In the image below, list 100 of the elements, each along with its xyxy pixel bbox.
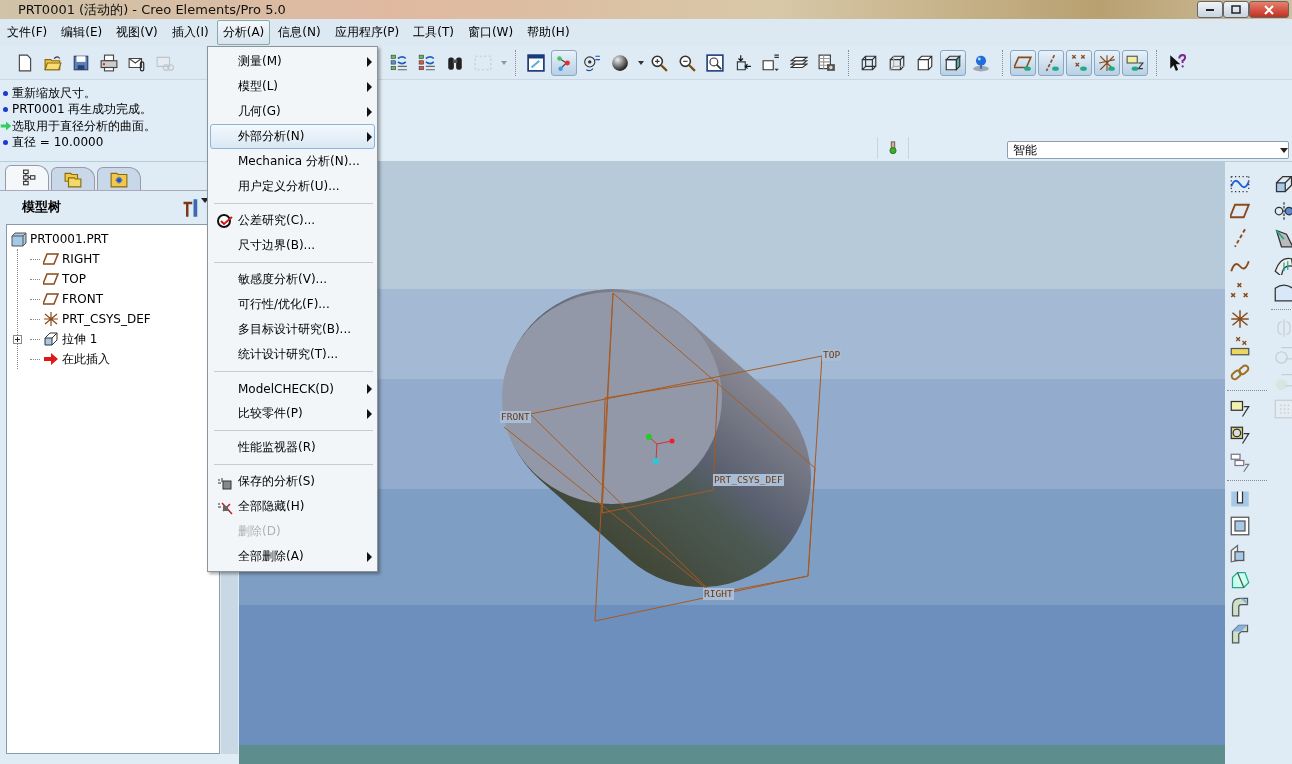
check-mark-icon (217, 212, 233, 229)
menu-item[interactable]: 帮助(H) (521, 20, 576, 45)
menu-item[interactable]: 模型(L) (210, 74, 375, 99)
mirror-icon (1274, 317, 1292, 338)
panel-tab[interactable] (5, 165, 49, 190)
menu-item[interactable]: 几何(G) (210, 99, 375, 124)
menu-item[interactable]: 工具(T) (407, 20, 460, 45)
menu-item[interactable]: 文件(F) (1, 20, 54, 45)
tree-item[interactable]: RIGHT (62, 252, 100, 266)
menu-item[interactable]: 保存的分析(S) (210, 469, 375, 494)
menu-item[interactable]: 可行性/优化(F)... (210, 292, 375, 317)
panel-tab[interactable] (97, 167, 141, 190)
points-eye-icon (1070, 53, 1088, 72)
chain-icon (1230, 362, 1250, 383)
caret-icon (637, 60, 644, 65)
toolbar-button[interactable] (940, 49, 966, 76)
cube-hidden-icon (888, 53, 906, 72)
tree-refresh-icon (390, 53, 408, 72)
merge-icon (1274, 344, 1292, 365)
bullet-icon (3, 140, 8, 146)
bullet-icon (3, 107, 8, 113)
tree-item[interactable]: 在此插入 (62, 350, 110, 368)
csys-eye-icon (1098, 53, 1116, 72)
menu-item[interactable]: 多目标设计研究(B)... (210, 317, 375, 342)
tree-item[interactable]: TOP (62, 272, 86, 286)
menu-item[interactable]: 全部隐藏(H) (210, 494, 375, 519)
status-message: 直径 = 10.0000 (12, 134, 104, 152)
csys-icon (1230, 308, 1250, 329)
orient-dial-icon (583, 53, 601, 72)
menu-item[interactable]: 窗口(W) (461, 20, 520, 45)
draft-icon (1230, 569, 1250, 590)
minimize-button[interactable] (1197, 1, 1223, 18)
chamfer-icon (1230, 623, 1250, 644)
zoom-fit-icon (706, 53, 724, 72)
shell-icon (1230, 515, 1250, 536)
settings-button[interactable] (181, 197, 209, 218)
menu-item[interactable]: Mechanica 分析(N)... (210, 149, 375, 174)
submenu-arrow-icon (367, 131, 372, 142)
cube-shaded-icon (944, 53, 962, 72)
repaint-window-icon (527, 53, 545, 72)
tree-update-icon (418, 53, 436, 72)
cube-wire-icon (860, 53, 878, 72)
shading-sphere-icon (611, 53, 629, 72)
menu-item[interactable]: 插入(I) (165, 20, 215, 45)
dashed-box-icon (474, 53, 492, 72)
traffic-light-icon (886, 139, 900, 157)
coordinate-triad-icon (646, 434, 675, 464)
table-camera-icon (818, 53, 836, 72)
submenu-arrow-icon (367, 81, 372, 92)
status-message: 重新缩放尺寸。 (12, 84, 96, 102)
menu-item[interactable]: 编辑(E) (55, 20, 109, 45)
menu-item[interactable]: 公差研究(C)... (210, 208, 375, 233)
maximize-icon (1231, 5, 1241, 14)
datum-label: PRT_CSYS_DEF (713, 474, 784, 486)
sphere-pin-icon (972, 53, 990, 72)
revolve-icon (1274, 200, 1292, 221)
menu-item[interactable]: ModelCHECK(D) (210, 376, 375, 401)
note-boxes-icon (1230, 452, 1250, 473)
minimize-icon (1205, 7, 1215, 12)
submenu-arrow-icon (367, 551, 372, 562)
close-button[interactable] (1249, 1, 1289, 18)
menu-item[interactable]: 用户定义分析(U)... (210, 174, 375, 199)
menu-item[interactable]: 敏感度分析(V)... (210, 267, 375, 292)
panel-tab[interactable] (51, 167, 95, 190)
sketch-curve-icon (1230, 173, 1250, 194)
extrude-icon (1274, 173, 1292, 194)
menu-item[interactable]: 外部分析(N) (210, 124, 375, 149)
maximize-button[interactable] (1223, 1, 1249, 18)
expand-toggle[interactable] (13, 334, 22, 344)
tree-item[interactable]: PRT_CSYS_DEF (62, 312, 151, 326)
menu-item[interactable]: 比较零件(P) (210, 401, 375, 426)
toolbar-button[interactable] (1010, 49, 1036, 76)
menu-item[interactable]: 性能监视器(R) (210, 435, 375, 460)
menu-item[interactable]: 全部删除(A) (210, 544, 375, 569)
menu-item[interactable]: 信息(N) (272, 20, 327, 45)
menu-item[interactable]: 分析(A) (216, 20, 271, 45)
menu-item[interactable]: 应用程序(P) (328, 20, 406, 45)
page-icon (16, 53, 34, 72)
plane-icon (43, 251, 59, 267)
plane-icon (43, 271, 59, 287)
tree-item[interactable]: FRONT (62, 292, 103, 306)
insert-arrow-icon (43, 351, 59, 367)
menu-item[interactable]: 尺寸边界(B)... (210, 233, 375, 258)
trim-icon (1274, 371, 1292, 392)
extrude-icon (43, 331, 59, 347)
datum-label: TOP (822, 349, 842, 361)
menu-item[interactable]: 视图(V) (110, 20, 164, 45)
selection-filter-dropdown[interactable]: 智能 (1007, 141, 1289, 159)
panel-title: 模型树 (22, 199, 62, 216)
caret-icon (500, 60, 507, 65)
menu-item[interactable]: 测量(M) (210, 49, 375, 74)
datum-label: FRONT (500, 411, 531, 423)
tree-item[interactable]: PRT0001.PRT (30, 232, 109, 246)
open-folder-icon (44, 53, 62, 72)
menu-item[interactable]: 统计设计研究(T)... (210, 342, 375, 367)
datum-label: RIGHT (703, 588, 734, 600)
tree-item[interactable]: 拉伸 1 (62, 330, 98, 348)
folders-icon (64, 170, 82, 188)
submenu-arrow-icon (367, 56, 372, 67)
plane-icon (43, 291, 59, 307)
